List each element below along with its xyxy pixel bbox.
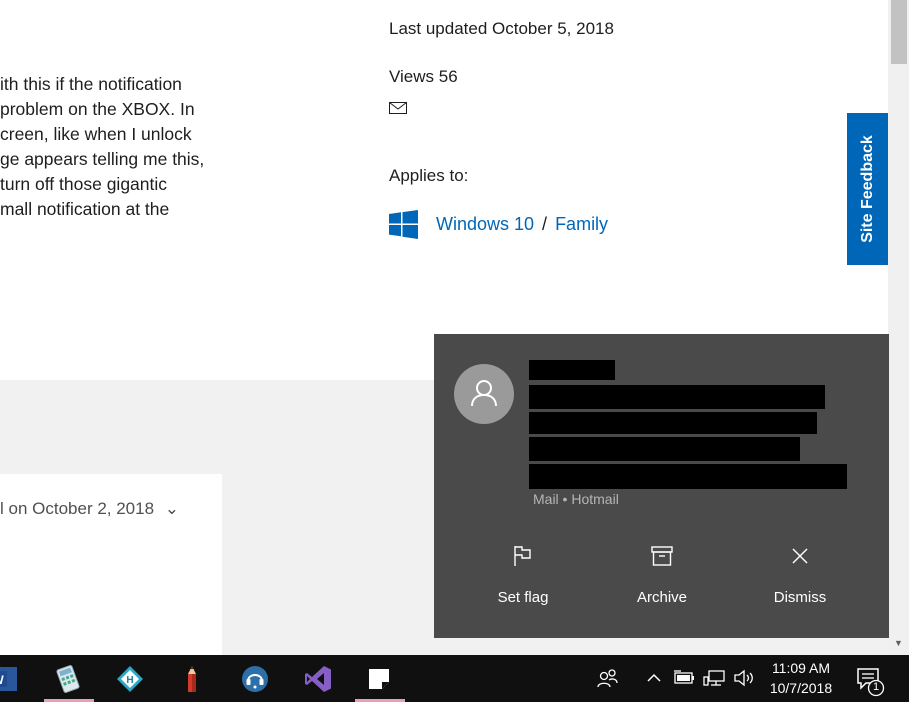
visual-studio-icon[interactable]	[300, 661, 336, 697]
applies-to-row: Windows 10 / Family	[389, 210, 608, 239]
chevron-up-icon[interactable]	[645, 669, 663, 692]
word-icon[interactable]: W	[0, 661, 22, 697]
set-flag-label: Set flag	[497, 589, 549, 606]
taskbar-clock[interactable]: 11:09 AM 10/7/2018	[762, 658, 840, 698]
redacted-preview-line	[529, 412, 817, 434]
set-flag-button[interactable]: Set flag	[463, 539, 583, 606]
redacted-preview-line	[529, 464, 847, 489]
svg-text:H: H	[126, 675, 133, 686]
email-icon[interactable]	[389, 102, 407, 120]
dismiss-button[interactable]: Dismiss	[740, 539, 860, 606]
notification-count-badge: 1	[872, 681, 880, 693]
site-feedback-label: Site Feedback	[858, 135, 876, 243]
redacted-sender	[529, 360, 615, 380]
people-icon[interactable]	[590, 661, 626, 697]
headset-app-icon[interactable]	[237, 661, 273, 697]
archive-label: Archive	[636, 589, 688, 606]
article-body: ith this if the notification problem on …	[0, 72, 230, 222]
taskbar: W H 11:09 AM 10/7/2018 1	[0, 655, 909, 702]
dismiss-label: Dismiss	[773, 589, 827, 606]
views-count: Views 56	[389, 67, 458, 86]
sticky-notes-icon[interactable]	[361, 661, 397, 697]
windows-logo-icon	[389, 210, 418, 239]
volume-icon[interactable]	[733, 669, 755, 692]
clock-time: 11:09 AM	[771, 660, 831, 676]
scrollbar-thumb[interactable]	[891, 0, 907, 64]
applies-family-link[interactable]: Family	[555, 214, 608, 235]
pencil-app-icon[interactable]	[174, 661, 210, 697]
redacted-subject	[529, 385, 825, 409]
calculator-app-icon[interactable]	[50, 661, 86, 697]
flag-icon	[463, 539, 583, 573]
action-center-icon[interactable]: 1	[856, 667, 886, 702]
body-line: ge appears telling me this,	[0, 149, 205, 169]
applies-separator: /	[542, 214, 548, 234]
redacted-preview-line	[529, 437, 800, 461]
body-line: creen, like when I unlock	[0, 124, 192, 144]
last-updated: Last updated October 5, 2018	[389, 19, 614, 38]
archive-button[interactable]: Archive	[602, 539, 722, 606]
notification-source: Mail • Hotmail	[533, 491, 619, 507]
helper-app-icon[interactable]: H	[112, 661, 148, 697]
site-feedback-button[interactable]: Site Feedback	[847, 113, 888, 265]
reply-date-text: l on October 2, 2018	[0, 499, 155, 518]
reply-date[interactable]: l on October 2, 2018 ⌄	[0, 499, 179, 519]
body-line: turn off those gigantic	[0, 174, 168, 194]
body-line: ith this if the notification	[0, 74, 182, 94]
body-line: problem on the XBOX. In	[0, 99, 195, 119]
body-line: mall notification at the	[0, 199, 170, 219]
close-icon	[740, 539, 860, 573]
chevron-down-icon[interactable]: ⌄	[165, 499, 179, 518]
archive-icon	[602, 539, 722, 573]
avatar	[454, 364, 514, 424]
clock-date: 10/7/2018	[769, 680, 833, 696]
applies-windows-link[interactable]: Windows 10	[436, 214, 534, 235]
scroll-down-arrow-icon[interactable]: ▼	[888, 634, 909, 652]
applies-to-label: Applies to:	[389, 166, 469, 185]
battery-icon[interactable]	[673, 670, 695, 691]
network-icon[interactable]	[703, 669, 725, 692]
page-scrollbar[interactable]	[888, 0, 909, 655]
person-icon	[471, 380, 497, 407]
mail-notification-toast[interactable]: Mail • Hotmail Set flag Archive Dismiss	[434, 334, 889, 638]
